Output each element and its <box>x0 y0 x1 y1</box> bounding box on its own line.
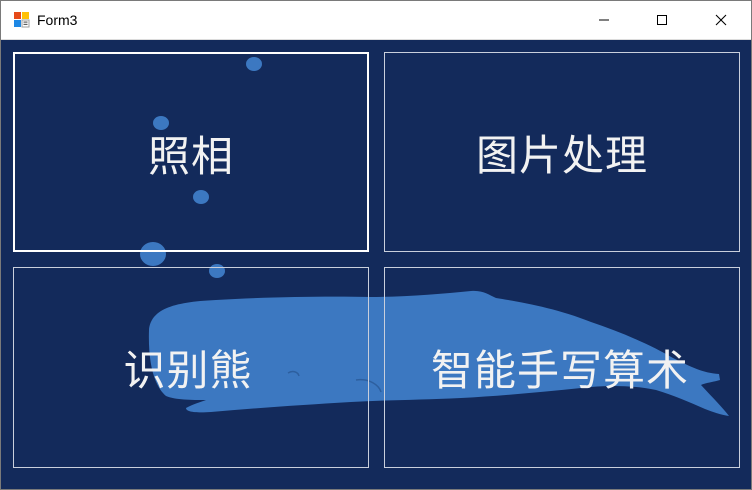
tile-label: 识别熊 <box>123 346 253 395</box>
close-button[interactable] <box>698 1 744 39</box>
tile-image-processing[interactable]: 图片处理 <box>384 52 740 252</box>
window-title: Form3 <box>37 12 78 28</box>
tile-recognize-bear[interactable]: 识别熊 <box>13 267 369 468</box>
title-bar[interactable]: Form3 <box>1 1 751 40</box>
close-icon <box>715 14 727 26</box>
app-icon <box>14 12 30 28</box>
tile-label: 图片处理 <box>475 130 648 180</box>
tile-take-photo[interactable]: 照相 <box>13 52 369 252</box>
tile-handwriting-arithmetic[interactable]: 智能手写算术 <box>384 267 740 468</box>
maximize-icon <box>657 15 667 25</box>
minimize-button[interactable] <box>581 1 627 39</box>
form-client-area: 照相 图片处理 识别熊 智能手写算术 <box>1 40 751 489</box>
minimize-icon <box>599 19 609 21</box>
app-window: Form3 照相 图片处理 识别熊 智能手写算术 <box>0 0 752 490</box>
tile-label: 智能手写算术 <box>430 346 689 395</box>
maximize-button[interactable] <box>639 1 685 39</box>
tile-label: 照相 <box>147 131 234 181</box>
